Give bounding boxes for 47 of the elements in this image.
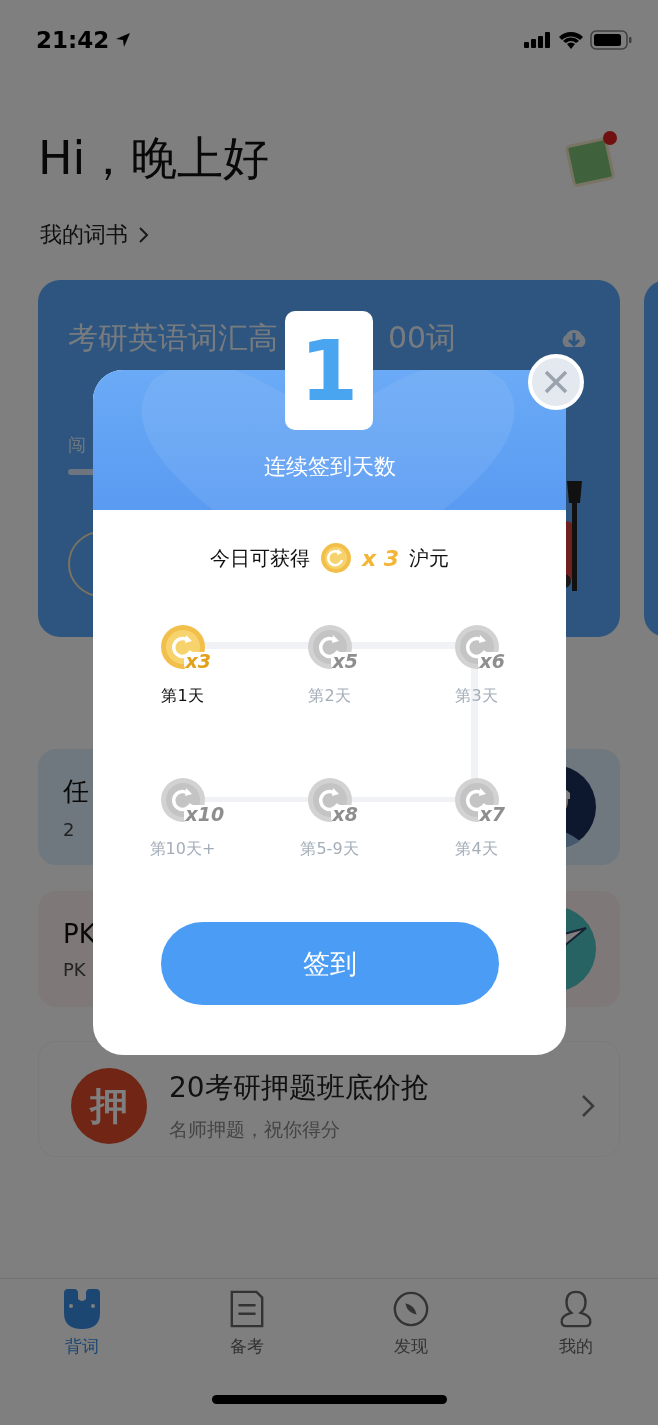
close-icon bbox=[543, 369, 569, 395]
day-label: 第1天 bbox=[161, 686, 204, 707]
day-label: 第4天 bbox=[455, 839, 498, 860]
multiplier-label: x8 bbox=[330, 805, 360, 824]
tab[interactable]: 我的 bbox=[493, 1289, 658, 1378]
multiplier-label: x10 bbox=[183, 805, 227, 824]
greeting: Hi，晚上好 bbox=[38, 130, 270, 187]
my-books-link[interactable]: 我的词书 bbox=[40, 220, 150, 250]
book-avatar-icon[interactable] bbox=[564, 130, 618, 188]
chevron-right-icon bbox=[138, 226, 150, 244]
promo-badge: 押 bbox=[71, 1068, 147, 1144]
tab[interactable]: 备考 bbox=[164, 1289, 329, 1378]
promo-subtitle: 名师押题，祝你得分 bbox=[169, 1117, 341, 1142]
day-label: 第5-9天 bbox=[300, 839, 359, 860]
book-title: 考研英语词汇高 bbox=[68, 319, 278, 357]
multiplier-label: x6 bbox=[477, 652, 507, 671]
progress-label: 闯 bbox=[68, 433, 87, 457]
day-label: 第2天 bbox=[308, 686, 351, 707]
card-title: PK bbox=[63, 918, 96, 949]
card-title: 任 bbox=[63, 775, 89, 808]
streak-count: 1 bbox=[299, 321, 359, 420]
promo-card[interactable]: 押 20考研押题班底价抢 名师押题，祝你得分 bbox=[38, 1041, 620, 1157]
multiplier-label: x3 bbox=[183, 652, 213, 671]
dialog-title: 连续签到天数 bbox=[263, 453, 396, 481]
home-indicator[interactable] bbox=[211, 1395, 447, 1404]
check-in-button[interactable]: 签到 bbox=[160, 922, 499, 1005]
mascot-icon bbox=[62, 1289, 103, 1329]
multiplier-label: x5 bbox=[330, 652, 360, 671]
status-time: 21:42 bbox=[36, 27, 110, 53]
promo-title: 20考研押题班底价抢 bbox=[169, 1070, 429, 1106]
book-title: 00词 bbox=[388, 319, 457, 357]
card-subtitle: PK bbox=[63, 958, 87, 980]
multiplier-label: x7 bbox=[477, 805, 507, 824]
tab[interactable]: 发现 bbox=[329, 1289, 494, 1378]
location-arrow-icon bbox=[115, 32, 132, 48]
coin-icon bbox=[319, 542, 352, 574]
compass-icon bbox=[392, 1290, 431, 1328]
tab[interactable]: 背词 bbox=[0, 1289, 165, 1378]
chevron-right-icon bbox=[581, 1094, 595, 1118]
reward-text: 今日可获得 bbox=[209, 544, 310, 572]
reward-unit: 沪元 bbox=[409, 544, 450, 572]
day-label: 第10天+ bbox=[149, 839, 216, 860]
wifi-icon bbox=[558, 31, 584, 49]
day-label: 第3天 bbox=[455, 686, 498, 707]
signal-icon bbox=[524, 32, 552, 48]
reward-multiplier: x 3 bbox=[361, 545, 400, 571]
card-subtitle: 2 bbox=[63, 819, 76, 840]
